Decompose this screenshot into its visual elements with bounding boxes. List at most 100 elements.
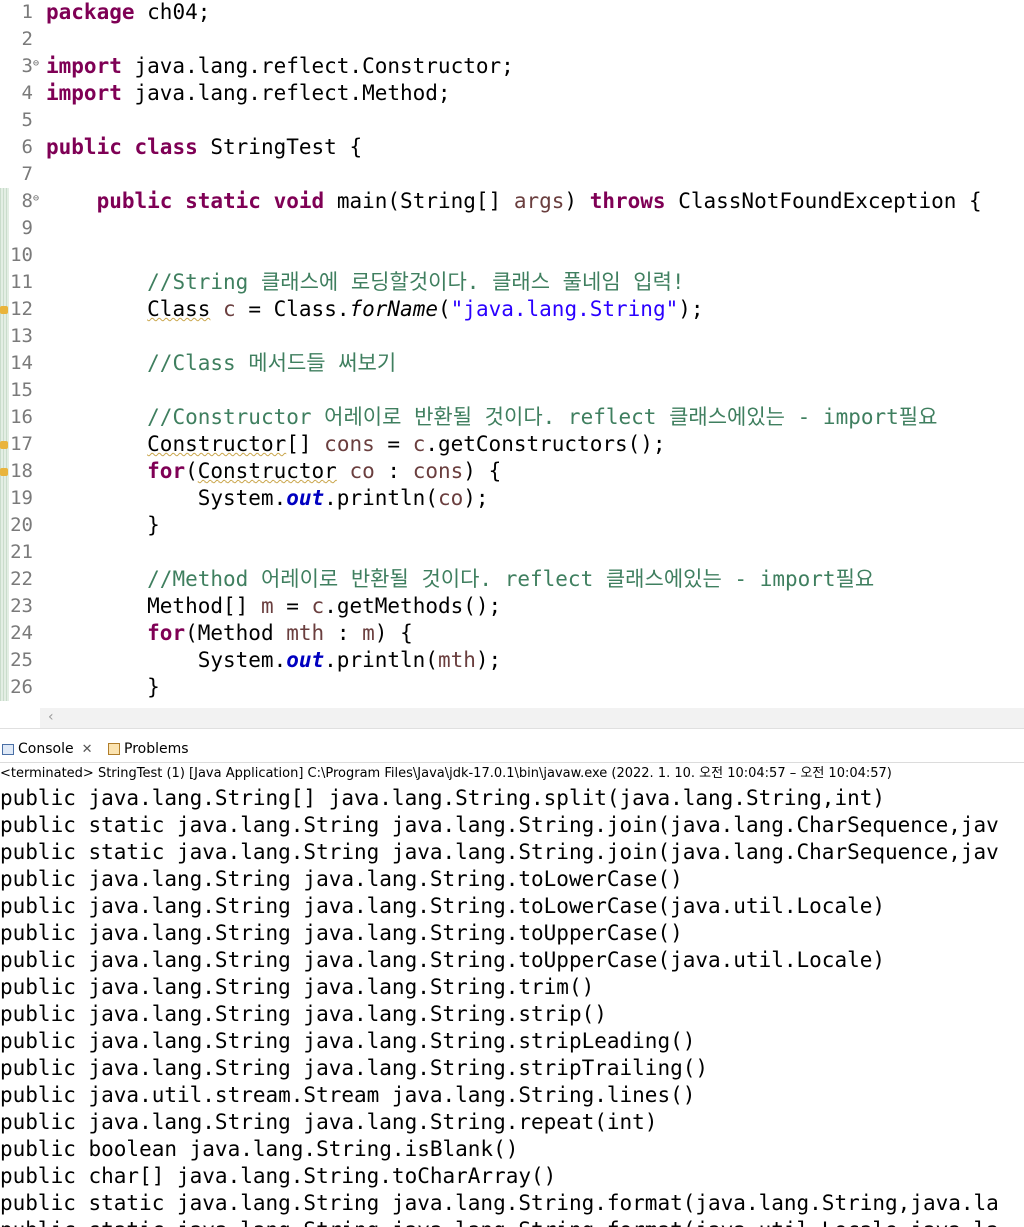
console-output[interactable]: public java.lang.String[] java.lang.Stri…: [0, 785, 1024, 1227]
code-token: m: [362, 621, 375, 645]
line-number: 6: [21, 136, 33, 158]
code-token: co: [349, 459, 375, 483]
console-line: public char[] java.lang.String.toCharArr…: [0, 1164, 557, 1188]
code-line[interactable]: public class StringTest {: [46, 134, 362, 161]
line-number: 8: [21, 190, 33, 212]
code-line[interactable]: import java.lang.reflect.Constructor;: [46, 53, 514, 80]
console-line: public java.util.stream.Stream java.lang…: [0, 1083, 696, 1107]
problems-icon: [108, 743, 120, 755]
line-number: 20: [10, 514, 33, 536]
code-line[interactable]: //String 클래스에 로딩할것이다. 클래스 풀네임 입력!: [46, 269, 685, 296]
code-token: .getMethods();: [324, 594, 502, 618]
line-number: 1: [21, 1, 33, 23]
code-token: import: [46, 54, 122, 78]
code-line[interactable]: }: [46, 674, 160, 701]
line-number: 23: [10, 595, 33, 617]
code-token: c: [412, 432, 426, 456]
code-token: .println(: [324, 486, 438, 510]
code-token: class: [134, 135, 198, 159]
code-token: forName: [349, 297, 438, 321]
code-token: (: [438, 297, 451, 321]
circle-minus-icon[interactable]: ⊖: [33, 50, 39, 77]
code-line[interactable]: System.out.println(co);: [46, 485, 489, 512]
line-number: 4: [21, 82, 33, 104]
console-line: public java.lang.String java.lang.String…: [0, 921, 683, 945]
code-token: m: [260, 594, 274, 618]
code-token: package: [46, 0, 135, 24]
code-token: throws: [589, 189, 666, 213]
code-token: java.lang.reflect.Constructor;: [121, 54, 514, 78]
line-number: 24: [10, 622, 33, 644]
code-line[interactable]: Class c = Class.forName("java.lang.Strin…: [46, 296, 703, 323]
code-line[interactable]: //Class 메서드들 써보기: [46, 350, 396, 377]
code-line[interactable]: //Constructor 어레이로 반환될 것이다. reflect 클래스에…: [46, 404, 937, 431]
code-token: void: [273, 189, 325, 213]
code-editor[interactable]: 1 2 3 ⊖ 4 5 6 7 8 ⊖ 9 10 11 12 13 14 15 16 17 18 19 20 21 22 23 2…: [0, 0, 1024, 708]
line-number: 22: [10, 568, 33, 590]
chevron-left-icon[interactable]: ‹: [48, 709, 54, 725]
code-line[interactable]: Method[] m = c.getMethods();: [46, 593, 501, 620]
code-token: public: [96, 189, 173, 213]
code-line[interactable]: for(Constructor co : cons) {: [46, 458, 501, 485]
tab-console[interactable]: Console ✕: [2, 739, 92, 759]
circle-minus-icon[interactable]: ⊖: [33, 185, 39, 212]
close-icon[interactable]: ✕: [82, 742, 93, 757]
code-token: []: [286, 432, 325, 456]
code-token: out: [286, 648, 325, 672]
code-token: }: [46, 513, 160, 537]
code-token: Method[]: [46, 594, 261, 618]
code-token: main(String[]: [324, 189, 514, 213]
tab-problems[interactable]: Problems: [108, 739, 189, 759]
code-line[interactable]: for(Method mth : m) {: [46, 620, 413, 647]
tab-problems-label: Problems: [124, 741, 189, 757]
code-line[interactable]: System.out.println(mth);: [46, 647, 501, 674]
code-token: .println(: [324, 648, 438, 672]
horizontal-scrollbar[interactable]: ‹: [40, 708, 1024, 728]
code-token: import: [46, 81, 122, 105]
code-token: //Method 어레이로 반환될 것이다. reflect 클래스에있는 - …: [147, 567, 875, 591]
code-line[interactable]: import java.lang.reflect.Method;: [46, 80, 451, 107]
code-token: );: [475, 648, 502, 672]
code-token: (: [185, 459, 198, 483]
console-line: public java.lang.String java.lang.String…: [0, 1029, 696, 1053]
console-line: public static java.lang.String java.lang…: [0, 813, 999, 837]
line-number: 3: [21, 55, 33, 77]
line-number: 13: [10, 325, 33, 347]
code-token: =: [273, 594, 312, 618]
console-line: public java.lang.String java.lang.String…: [0, 975, 595, 999]
code-token: :: [324, 621, 363, 645]
console-status-line: <terminated> StringTest (1) [Java Applic…: [0, 766, 892, 781]
code-token: //String 클래스에 로딩할것이다. 클래스 풀네임 입력!: [147, 270, 685, 294]
code-token: ): [564, 189, 590, 213]
line-number: 17: [10, 433, 33, 455]
code-line[interactable]: package ch04;: [46, 0, 210, 26]
code-line[interactable]: Constructor[] cons = c.getConstructors()…: [46, 431, 665, 458]
code-token: StringTest {: [197, 135, 363, 159]
code-line[interactable]: }: [46, 512, 160, 539]
line-number: 16: [10, 406, 33, 428]
code-token: static: [185, 189, 261, 213]
code-token: );: [463, 486, 489, 510]
line-number: 26: [10, 676, 33, 698]
console-line: public boolean java.lang.String.isBlank(…: [0, 1137, 519, 1161]
code-token: Constructor: [197, 459, 337, 483]
code-line[interactable]: //Method 어레이로 반환될 것이다. reflect 클래스에있는 - …: [46, 566, 874, 593]
console-line: public static java.lang.String java.lang…: [0, 840, 999, 864]
code-token: :: [374, 459, 413, 483]
line-number: 9: [21, 217, 33, 239]
code-line[interactable]: public static void main(String[] args) t…: [46, 188, 982, 215]
code-token: ClassNotFoundException {: [665, 189, 982, 213]
line-number: 2: [21, 28, 33, 50]
tab-console-label: Console: [18, 741, 74, 757]
line-number: 7: [21, 163, 33, 185]
code-token: ) {: [463, 459, 502, 483]
